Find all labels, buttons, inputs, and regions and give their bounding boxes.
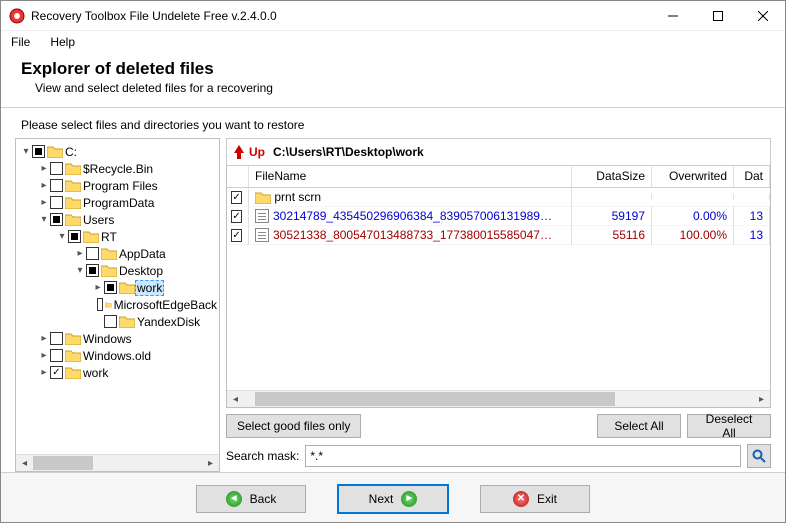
col-overwrited[interactable]: Overwrited: [652, 166, 734, 187]
back-arrow-icon: ◄: [226, 491, 242, 507]
tree-node[interactable]: ▾Desktop: [16, 262, 219, 279]
exit-icon: ✕: [513, 491, 529, 507]
path-bar: Up C:\Users\RT\Desktop\work: [226, 138, 771, 166]
folder-tree[interactable]: ▾C: ▸$Recycle.Bin ▸Program Files ▸Progra…: [16, 139, 219, 454]
grid-row-file[interactable]: 30521338_800547013488733_177380015585047…: [227, 226, 770, 245]
row-checkbox[interactable]: [231, 229, 241, 242]
checkbox[interactable]: [68, 230, 81, 243]
maximize-button[interactable]: [695, 1, 740, 30]
row-checkbox[interactable]: [231, 191, 241, 204]
tree-node[interactable]: ▸Windows: [16, 330, 219, 347]
window-controls: [650, 1, 785, 30]
tree-node[interactable]: ▸Windows.old: [16, 347, 219, 364]
search-mask-input[interactable]: [305, 445, 741, 467]
divider: [1, 107, 785, 108]
minimize-button[interactable]: [650, 1, 695, 30]
tree-node[interactable]: ▸$Recycle.Bin: [16, 160, 219, 177]
search-button[interactable]: [747, 444, 771, 468]
file-icon: [255, 209, 269, 223]
menubar: File Help: [1, 31, 785, 53]
titlebar: Recovery Toolbox File Undelete Free v.2.…: [1, 1, 785, 31]
checkbox[interactable]: [104, 281, 117, 294]
page-header: Explorer of deleted files View and selec…: [1, 53, 785, 103]
checkbox[interactable]: [50, 366, 63, 379]
up-button[interactable]: Up: [233, 145, 265, 159]
grid-rows: prnt scrn 30214789_435450296906384_83905…: [227, 188, 770, 390]
menu-file[interactable]: File: [7, 33, 34, 51]
grid-row-folder[interactable]: prnt scrn: [227, 188, 770, 207]
folder-tree-panel: ▾C: ▸$Recycle.Bin ▸Program Files ▸Progra…: [15, 138, 220, 472]
search-icon: [752, 449, 766, 463]
folder-icon: [255, 191, 271, 204]
file-grid: FileName DataSize Overwrited Dat prnt sc…: [226, 166, 771, 408]
file-panel: Up C:\Users\RT\Desktop\work FileName Dat…: [226, 138, 771, 472]
selection-buttons: Select good files only Select All Desele…: [226, 408, 771, 444]
tree-node[interactable]: ▸work: [16, 364, 219, 381]
menu-help[interactable]: Help: [46, 33, 79, 51]
tree-node[interactable]: ▸Program Files: [16, 177, 219, 194]
close-button[interactable]: [740, 1, 785, 30]
checkbox[interactable]: [86, 264, 99, 277]
tree-node-c[interactable]: ▾C:: [16, 143, 219, 160]
wizard-nav: ◄ Back Next ► ✕ Exit: [1, 472, 785, 522]
checkbox[interactable]: [32, 145, 45, 158]
back-button[interactable]: ◄ Back: [196, 485, 306, 513]
col-datasize[interactable]: DataSize: [572, 166, 652, 187]
checkbox[interactable]: [50, 349, 63, 362]
main-area: ▾C: ▸$Recycle.Bin ▸Program Files ▸Progra…: [1, 138, 785, 472]
grid-hscrollbar[interactable]: ◂▸: [227, 390, 770, 407]
tree-node[interactable]: ▸ProgramData: [16, 194, 219, 211]
tree-hscrollbar[interactable]: ◂▸: [16, 454, 219, 471]
app-icon: [9, 8, 25, 24]
up-arrow-icon: [233, 145, 245, 159]
page-subtitle: View and select deleted files for a reco…: [35, 81, 765, 95]
search-label: Search mask:: [226, 449, 299, 463]
tree-node[interactable]: ▸AppData: [16, 245, 219, 262]
checkbox[interactable]: [50, 196, 63, 209]
exit-button[interactable]: ✕ Exit: [480, 485, 590, 513]
current-path: C:\Users\RT\Desktop\work: [273, 145, 424, 159]
search-row: Search mask:: [226, 444, 771, 472]
file-icon: [255, 228, 269, 242]
select-good-button[interactable]: Select good files only: [226, 414, 361, 438]
grid-row-file[interactable]: 30214789_435450296906384_839057006131989…: [227, 207, 770, 226]
select-all-button[interactable]: Select All: [597, 414, 681, 438]
instruction-text: Please select files and directories you …: [1, 118, 785, 138]
window-title: Recovery Toolbox File Undelete Free v.2.…: [31, 9, 650, 23]
tree-node-selected[interactable]: ▸work: [16, 279, 219, 296]
checkbox[interactable]: [97, 298, 103, 311]
next-button[interactable]: Next ►: [338, 485, 448, 513]
tree-node[interactable]: YandexDisk: [16, 313, 219, 330]
app-window: Recovery Toolbox File Undelete Free v.2.…: [0, 0, 786, 523]
grid-header[interactable]: FileName DataSize Overwrited Dat: [227, 166, 770, 188]
row-checkbox[interactable]: [231, 210, 241, 223]
page-title: Explorer of deleted files: [21, 59, 765, 79]
deselect-all-button[interactable]: Deselect All: [687, 414, 771, 438]
checkbox[interactable]: [104, 315, 117, 328]
tree-node[interactable]: MicrosoftEdgeBack: [16, 296, 219, 313]
checkbox[interactable]: [50, 213, 63, 226]
col-date[interactable]: Dat: [734, 166, 770, 187]
checkbox[interactable]: [86, 247, 99, 260]
checkbox[interactable]: [50, 179, 63, 192]
checkbox[interactable]: [50, 332, 63, 345]
checkbox[interactable]: [50, 162, 63, 175]
col-filename[interactable]: FileName: [249, 166, 572, 187]
tree-node[interactable]: ▾Users: [16, 211, 219, 228]
next-arrow-icon: ►: [401, 491, 417, 507]
tree-node[interactable]: ▾RT: [16, 228, 219, 245]
